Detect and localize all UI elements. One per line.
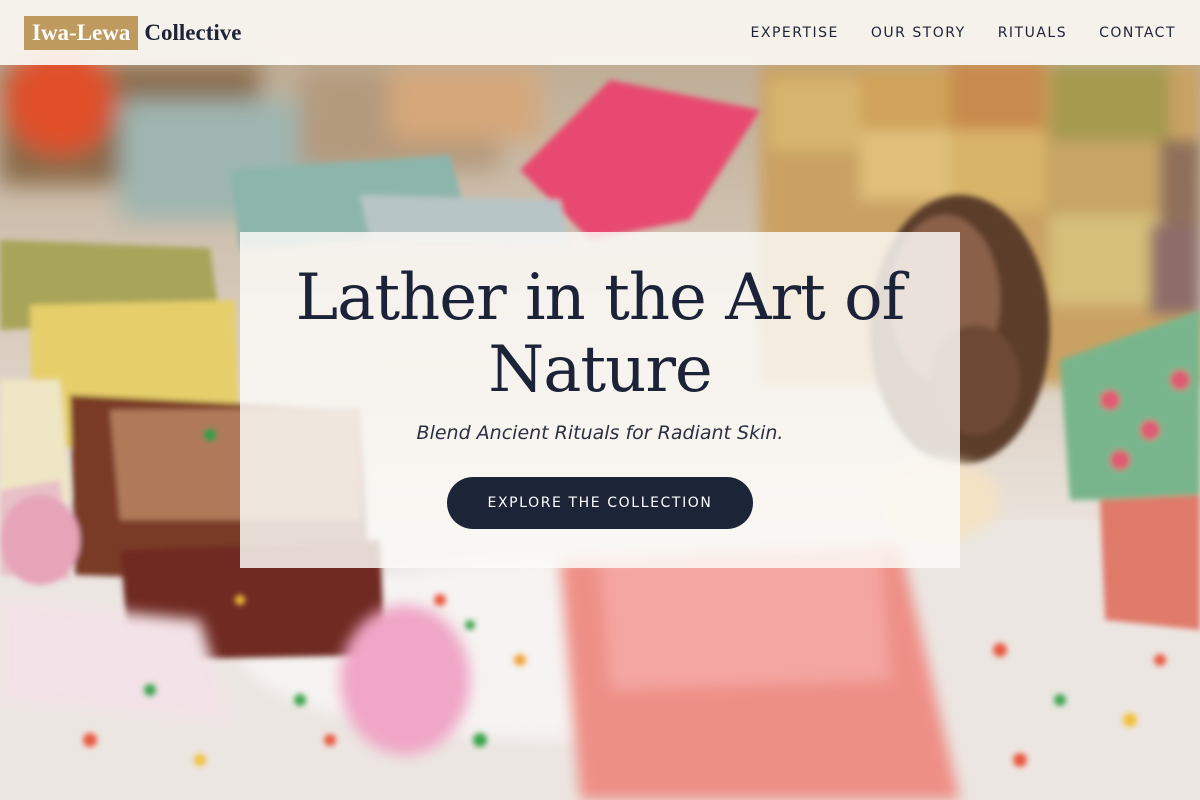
nav-link-our-story[interactable]: OUR STORY: [871, 25, 966, 41]
explore-collection-button[interactable]: EXPLORE THE COLLECTION: [447, 477, 753, 529]
brand-mark: Iwa-Lewa: [24, 15, 139, 50]
hero-subtitle: Blend Ancient Rituals for Radiant Skin.: [416, 422, 784, 444]
brand-name: Collective: [144, 20, 242, 45]
hero-card: Lather in the Art of Nature Blend Ancien…: [240, 232, 960, 568]
brand-logo[interactable]: Iwa-Lewa Collective: [24, 15, 242, 50]
main-nav: EXPERTISE OUR STORY RITUALS CONTACT: [719, 25, 1176, 41]
hero-title: Lather in the Art of Nature: [295, 261, 906, 407]
nav-link-expertise[interactable]: EXPERTISE: [751, 25, 839, 41]
nav-link-rituals[interactable]: RITUALS: [998, 25, 1067, 41]
nav-link-contact[interactable]: CONTACT: [1099, 25, 1176, 41]
top-navbar: Iwa-Lewa Collective EXPERTISE OUR STORY …: [0, 0, 1200, 65]
